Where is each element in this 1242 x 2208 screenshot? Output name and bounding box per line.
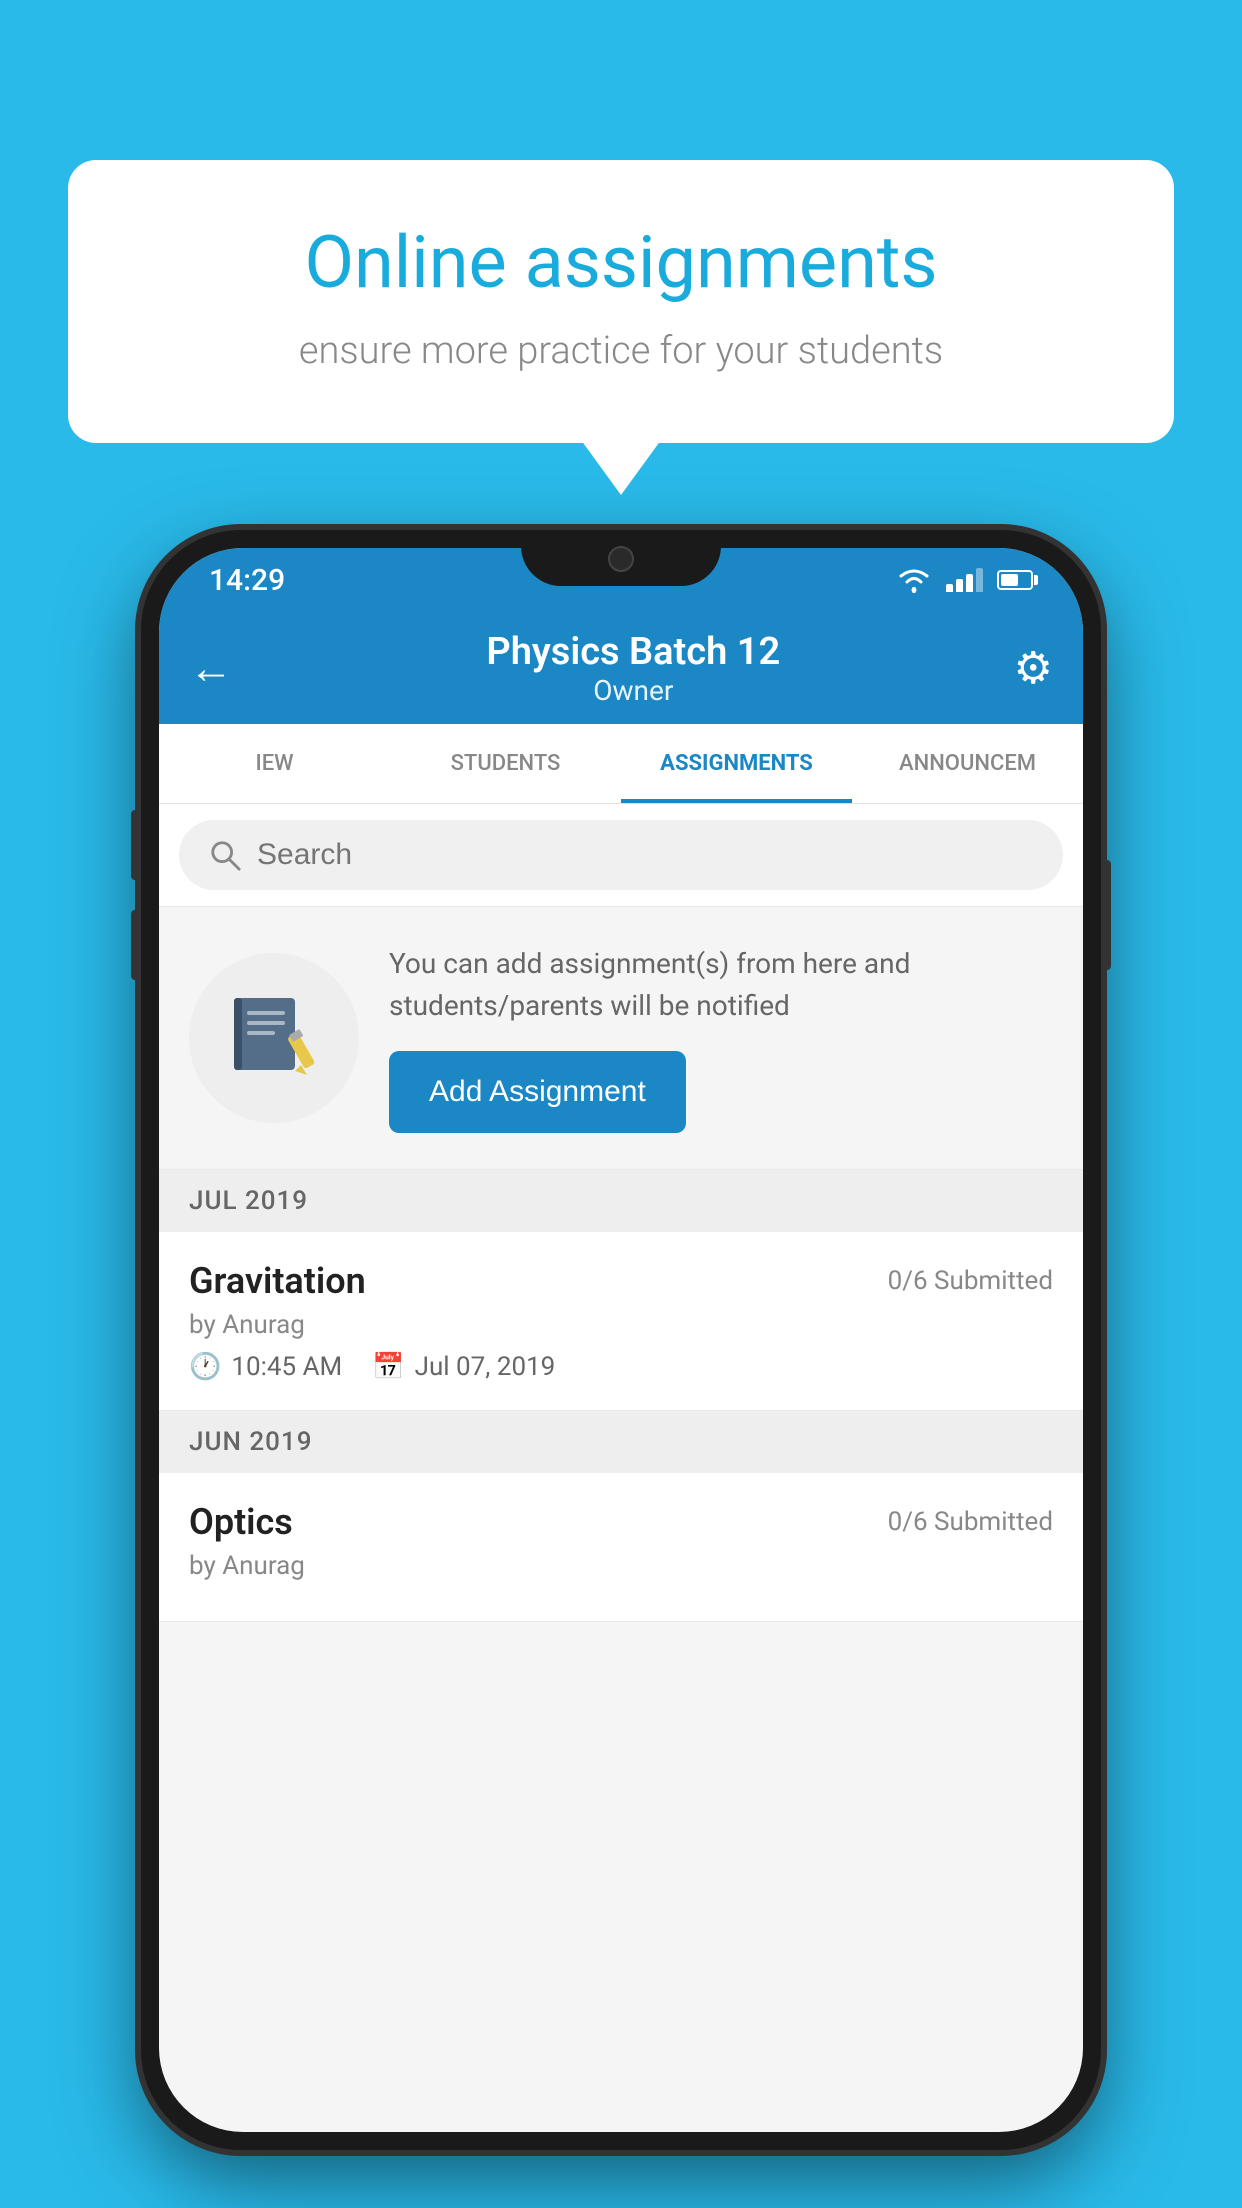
status-time: 14:29 [209, 563, 285, 598]
assignment-date-gravitation: Jul 07, 2019 [415, 1352, 556, 1382]
power-button[interactable] [1101, 860, 1111, 970]
speech-bubble: Online assignments ensure more practice … [68, 160, 1174, 443]
speech-bubble-container: Online assignments ensure more practice … [68, 160, 1174, 443]
month-header-jul: JUL 2019 [159, 1170, 1083, 1232]
assignment-submitted-gravitation: 0/6 Submitted [888, 1266, 1053, 1296]
speech-bubble-title: Online assignments [138, 220, 1104, 305]
tab-assignments[interactable]: ASSIGNMENTS [621, 724, 852, 803]
front-camera [608, 546, 634, 572]
speech-bubble-subtitle: ensure more practice for your students [138, 329, 1104, 373]
promo-description: You can add assignment(s) from here and … [389, 943, 1053, 1027]
tabs-container: IEW STUDENTS ASSIGNMENTS ANNOUNCEM [159, 724, 1083, 804]
clock-icon: 🕐 [189, 1352, 221, 1382]
tab-iew-label: IEW [255, 751, 293, 776]
promo-section: You can add assignment(s) from here and … [159, 907, 1083, 1170]
tab-announcements[interactable]: ANNOUNCEM [852, 724, 1083, 803]
search-icon [209, 838, 241, 872]
promo-icon-circle [189, 953, 359, 1123]
app-bar-title: Physics Batch 12 [253, 630, 1014, 674]
assignment-name-optics: Optics [189, 1501, 293, 1543]
status-icons [896, 567, 1033, 593]
phone-frame: 14:29 [141, 530, 1101, 2150]
promo-text-container: You can add assignment(s) from here and … [389, 943, 1053, 1133]
tab-assignments-label: ASSIGNMENTS [660, 751, 813, 776]
assignment-item-optics[interactable]: Optics 0/6 Submitted by Anurag [159, 1473, 1083, 1622]
assignment-time-gravitation: 10:45 AM [231, 1352, 342, 1382]
wifi-icon [896, 567, 932, 593]
search-bar[interactable] [179, 820, 1063, 890]
assignment-row1-optics: Optics 0/6 Submitted [189, 1501, 1053, 1543]
meta-time-gravitation: 🕐 10:45 AM [189, 1352, 342, 1382]
phone-screen: 14:29 [159, 548, 1083, 2132]
phone-notch [521, 530, 721, 586]
calendar-icon: 📅 [372, 1352, 404, 1382]
search-container [159, 804, 1083, 907]
assignment-meta-gravitation: 🕐 10:45 AM 📅 Jul 07, 2019 [189, 1352, 1053, 1382]
app-bar-subtitle: Owner [253, 674, 1014, 707]
add-assignment-button[interactable]: Add Assignment [389, 1051, 686, 1133]
tab-students[interactable]: STUDENTS [390, 724, 621, 803]
notebook-icon [229, 993, 319, 1083]
month-label-jun: JUN 2019 [189, 1427, 312, 1457]
tab-announcements-label: ANNOUNCEM [899, 751, 1036, 776]
meta-date-gravitation: 📅 Jul 07, 2019 [372, 1352, 555, 1382]
assignment-by-gravitation: by Anurag [189, 1310, 1053, 1340]
volume-down-button[interactable] [131, 910, 141, 980]
assignment-by-optics: by Anurag [189, 1551, 1053, 1581]
tab-students-label: STUDENTS [451, 751, 561, 776]
assignment-name-gravitation: Gravitation [189, 1260, 366, 1302]
search-input[interactable] [257, 838, 1033, 872]
signal-icon [946, 568, 983, 592]
assignment-row1: Gravitation 0/6 Submitted [189, 1260, 1053, 1302]
tab-iew[interactable]: IEW [159, 724, 390, 803]
app-bar: ← Physics Batch 12 Owner ⚙ [159, 612, 1083, 724]
battery-icon [997, 570, 1033, 590]
assignment-submitted-optics: 0/6 Submitted [888, 1507, 1053, 1537]
phone-device: 14:29 [141, 530, 1101, 2150]
month-header-jun: JUN 2019 [159, 1411, 1083, 1473]
volume-up-button[interactable] [131, 810, 141, 880]
back-button[interactable]: ← [189, 642, 233, 694]
month-label-jul: JUL 2019 [189, 1186, 308, 1216]
settings-icon[interactable]: ⚙ [1014, 642, 1053, 694]
app-bar-title-container: Physics Batch 12 Owner [253, 630, 1014, 707]
assignment-item-gravitation[interactable]: Gravitation 0/6 Submitted by Anurag 🕐 10… [159, 1232, 1083, 1411]
